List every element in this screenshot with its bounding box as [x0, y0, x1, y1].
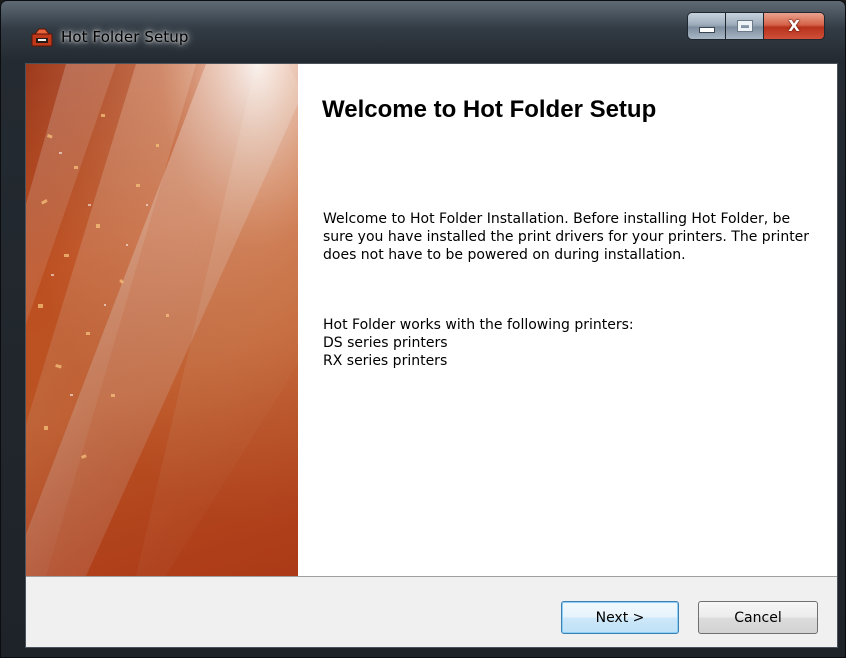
banner-light-rays: [26, 64, 298, 576]
wizard-client-area: Welcome to Hot Folder Setup Welcome to H…: [25, 63, 838, 648]
close-icon: X: [788, 17, 800, 35]
maximize-button[interactable]: [725, 12, 763, 40]
close-button[interactable]: X: [763, 12, 825, 40]
next-button[interactable]: Next >: [561, 601, 679, 634]
minimize-icon: [698, 27, 715, 33]
intro-text: Welcome to Hot Folder Installation. Befo…: [323, 211, 810, 263]
caption-buttons: X: [687, 12, 825, 40]
installer-window: Hot Folder Setup X Welcome to Hot Folder…: [0, 0, 846, 658]
printers-heading: Hot Folder works with the following prin…: [323, 317, 634, 333]
cancel-button[interactable]: Cancel: [698, 601, 818, 634]
maximize-icon: [736, 20, 753, 32]
list-item: DS series printers: [323, 335, 448, 351]
printers-list: DS series printers RX series printers: [323, 334, 448, 370]
list-item: RX series printers: [323, 353, 448, 369]
title-bar[interactable]: Hot Folder Setup X: [1, 1, 846, 63]
wizard-footer: Next > Cancel: [26, 576, 837, 647]
hot-folder-app-icon: [31, 28, 53, 47]
page-title: Welcome to Hot Folder Setup: [322, 96, 657, 123]
minimize-button[interactable]: [687, 12, 725, 40]
window-title: Hot Folder Setup: [61, 28, 189, 46]
wizard-content: Welcome to Hot Folder Setup Welcome to H…: [298, 64, 837, 576]
wizard-banner-image: [26, 64, 298, 576]
